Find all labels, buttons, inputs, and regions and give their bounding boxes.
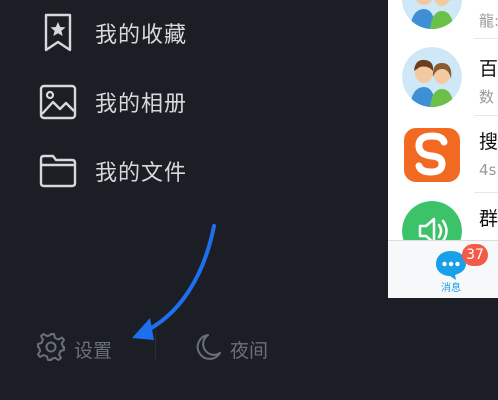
chat-row[interactable]: 搜 4s <box>388 117 498 192</box>
menu-item-favorites[interactable]: 我的收藏 <box>38 11 358 55</box>
chat-title: 百 <box>479 58 498 80</box>
moon-icon <box>194 332 222 366</box>
chat-list-panel: 龍: 百 数 搜 4s 群 消息 37 <box>388 0 498 298</box>
chat-subtitle: 龍: <box>479 12 498 30</box>
chat-subtitle: 数 <box>479 88 495 106</box>
night-mode-button[interactable]: 夜间 <box>194 332 268 366</box>
menu-item-label: 我的相册 <box>95 92 188 117</box>
tab-messages-label: 消息 <box>441 283 461 294</box>
chat-subtitle: 4s <box>479 161 497 179</box>
bookmark-star-icon <box>38 13 78 53</box>
bottom-divider <box>155 330 156 360</box>
photo-album-icon <box>38 82 78 122</box>
unread-badge: 37 <box>462 244 488 266</box>
gear-icon <box>36 332 66 366</box>
couple-avatar-icon <box>402 47 462 107</box>
curved-arrow-icon <box>120 220 220 349</box>
settings-label: 设置 <box>74 339 113 362</box>
menu-item-album[interactable]: 我的相册 <box>38 80 358 124</box>
row-divider <box>474 192 498 193</box>
chat-row[interactable]: 龍: <box>388 0 498 39</box>
night-mode-label: 夜间 <box>230 339 269 362</box>
row-divider <box>474 38 498 39</box>
sogou-logo-icon <box>402 124 462 184</box>
settings-button[interactable]: 设置 <box>36 332 112 366</box>
chat-row[interactable]: 百 数 <box>388 40 498 115</box>
row-divider <box>474 115 498 116</box>
menu-item-files[interactable]: 我的文件 <box>38 149 358 193</box>
folder-icon <box>38 151 78 191</box>
chat-title: 搜 <box>479 131 498 153</box>
couple-avatar-icon <box>402 0 462 29</box>
menu-item-label: 我的收藏 <box>95 23 188 48</box>
menu-item-label: 我的文件 <box>95 161 188 186</box>
chat-title: 群 <box>479 208 498 230</box>
